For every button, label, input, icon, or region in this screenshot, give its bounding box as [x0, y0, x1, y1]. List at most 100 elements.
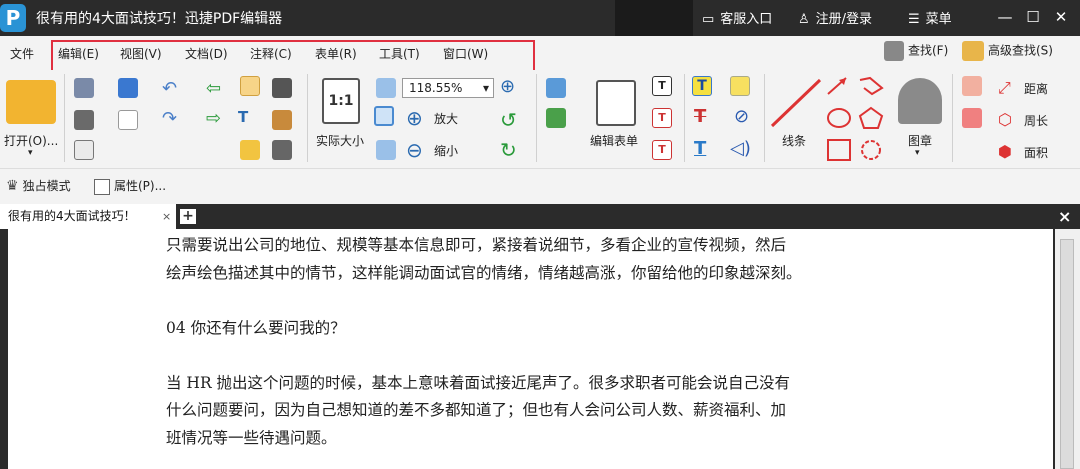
export-icon[interactable]: [74, 140, 94, 160]
zoom-in-magnifier-icon[interactable]: ⊕: [500, 76, 515, 97]
paste-icon[interactable]: [272, 110, 292, 130]
back-icon[interactable]: ⇦: [206, 78, 221, 99]
fit-page-icon[interactable]: [376, 78, 396, 98]
area-label[interactable]: 面积: [1024, 144, 1048, 161]
user-icon: ♙: [798, 12, 810, 27]
ellipse-icon[interactable]: [826, 106, 852, 130]
tab-bar: 很有用的4大面试技巧！ × + ×: [0, 204, 1080, 229]
undo-icon[interactable]: ↶: [162, 78, 177, 99]
maximize-icon[interactable]: ☐: [1022, 6, 1044, 28]
document-line: 班情况等一些待遇问题。: [166, 429, 337, 447]
login-button[interactable]: ♙ 注册/登录: [798, 8, 872, 27]
perimeter-icon[interactable]: ⬡: [998, 110, 1012, 129]
rotate-right-icon[interactable]: ↻: [500, 138, 517, 162]
document-tab-label: 很有用的4大面试技巧！: [8, 209, 136, 223]
distance-icon[interactable]: ⤢: [998, 78, 1011, 98]
actual-size-icon[interactable]: 1:1: [322, 78, 360, 124]
forward-icon[interactable]: ⇨: [206, 108, 221, 129]
folder-open-icon[interactable]: [6, 80, 56, 124]
text-field-icon[interactable]: T: [652, 76, 672, 96]
rotate-left-icon[interactable]: ↺: [500, 108, 517, 132]
menu-file[interactable]: 文件: [10, 45, 34, 62]
strikeout-icon[interactable]: T: [694, 106, 706, 127]
close-icon[interactable]: ✕: [1050, 6, 1072, 28]
rectangle-icon[interactable]: [826, 138, 852, 162]
callout-icon[interactable]: T: [652, 140, 672, 160]
zoom-in-icon[interactable]: ⊕: [406, 106, 423, 130]
folder-search-icon: [962, 41, 984, 61]
add-field-icon[interactable]: [546, 108, 566, 128]
properties-icon: [94, 178, 110, 195]
edit-form-icon[interactable]: [596, 80, 636, 126]
crown-icon: ♛: [6, 178, 19, 194]
main-menu-button[interactable]: ☰ 菜单: [908, 8, 952, 27]
zoom-select[interactable]: 118.55% ▾: [402, 78, 494, 98]
document-heading: 04 你还有什么要问我的？: [166, 319, 346, 337]
minimize-icon[interactable]: —: [994, 6, 1016, 28]
new-document-icon[interactable]: [118, 110, 138, 130]
snapshot-icon[interactable]: [272, 78, 292, 98]
zoom-out-icon[interactable]: ⊖: [406, 138, 423, 162]
chevron-down-icon: ▾: [482, 81, 489, 95]
document-tab[interactable]: 很有用的4大面试技巧！ ×: [0, 204, 176, 229]
open-button-label[interactable]: 打开(O)...: [4, 132, 58, 149]
zoom-out-label[interactable]: 缩小: [434, 142, 458, 159]
customer-service-button[interactable]: ▭ 客服入口: [702, 8, 772, 27]
polygon-icon[interactable]: [858, 106, 884, 130]
separator: [952, 74, 953, 162]
line-label[interactable]: 线条: [782, 132, 806, 149]
stamp-label[interactable]: 图章: [908, 132, 932, 149]
attachment-icon[interactable]: ⊘: [734, 106, 749, 127]
scan-icon[interactable]: [118, 78, 138, 98]
separator: [684, 74, 685, 162]
cloud-icon[interactable]: [858, 138, 884, 162]
crop-icon[interactable]: [240, 140, 260, 160]
note-icon[interactable]: [730, 76, 750, 96]
eraser-icon[interactable]: [962, 108, 982, 128]
perimeter-label[interactable]: 周长: [1024, 112, 1048, 129]
title-bar-blank: [615, 0, 693, 36]
print-icon[interactable]: [74, 110, 94, 130]
separator: [307, 74, 308, 162]
underline-icon[interactable]: T: [694, 138, 706, 159]
area-icon[interactable]: ⬢: [998, 142, 1012, 161]
app-logo: P: [0, 4, 26, 32]
sound-icon[interactable]: ◁): [730, 138, 751, 159]
title-bar: P 很有用的4大面试技巧！迅捷PDF编辑器 ▭ 客服入口 ♙ 注册/登录 ☰ 菜单 —…: [0, 0, 1080, 36]
edit-form-label[interactable]: 编辑表单: [590, 132, 638, 149]
zoom-in-label[interactable]: 放大: [434, 110, 458, 127]
new-tab-icon[interactable]: +: [180, 209, 196, 224]
binoculars-icon: [884, 41, 904, 61]
document-line: 什么问题要问，因为自己想知道的差不多都知道了；但也有人会问公司人数、薪资福利、加: [166, 401, 787, 419]
scrollbar-thumb[interactable]: [1060, 239, 1074, 469]
text-box-icon[interactable]: T: [652, 108, 672, 128]
redo-icon[interactable]: ↷: [162, 108, 177, 129]
actual-size-label[interactable]: 实际大小: [316, 132, 364, 149]
exclusive-mode-button[interactable]: ♛ 独占模式: [6, 177, 71, 194]
fit-width-icon[interactable]: [374, 106, 394, 126]
distance-label[interactable]: 距离: [1024, 80, 1048, 97]
separator: [764, 74, 765, 162]
find-button[interactable]: 查找(F): [884, 41, 948, 61]
sub-toolbar: ♛ 独占模式 属性(P)...: [0, 168, 1080, 204]
pencil-icon[interactable]: [962, 76, 982, 96]
polyline-icon[interactable]: [858, 76, 884, 96]
properties-button[interactable]: 属性(P)...: [94, 177, 166, 195]
select-text-icon[interactable]: T: [238, 108, 248, 126]
stamp-icon[interactable]: [898, 78, 942, 124]
typewriter-icon[interactable]: T: [692, 76, 712, 96]
document-line: 只需要说出公司的地位、规模等基本信息即可，紧接着说细节，多看企业的宣传视频，然后: [166, 236, 787, 254]
close-document-icon[interactable]: ×: [1058, 207, 1071, 226]
toolbar: 打开(O)... ▾ ↶ ↷ ⇦ ⇨ T 1:1 实际大小 118.55% ▾ ⊕…: [0, 70, 1080, 168]
chevron-down-icon[interactable]: ▾: [915, 148, 920, 158]
arrow-icon[interactable]: [826, 76, 850, 96]
save-icon[interactable]: [74, 78, 94, 98]
tab-close-icon[interactable]: ×: [162, 204, 171, 229]
fit-visible-icon[interactable]: [376, 140, 396, 160]
chevron-down-icon[interactable]: ▾: [28, 148, 33, 158]
form-select-icon[interactable]: [546, 78, 566, 98]
fit-icon[interactable]: [272, 140, 292, 160]
hand-tool-icon[interactable]: [240, 76, 260, 96]
line-tool-icon[interactable]: [768, 76, 824, 130]
advanced-find-button[interactable]: 高级查找(S): [962, 41, 1053, 61]
